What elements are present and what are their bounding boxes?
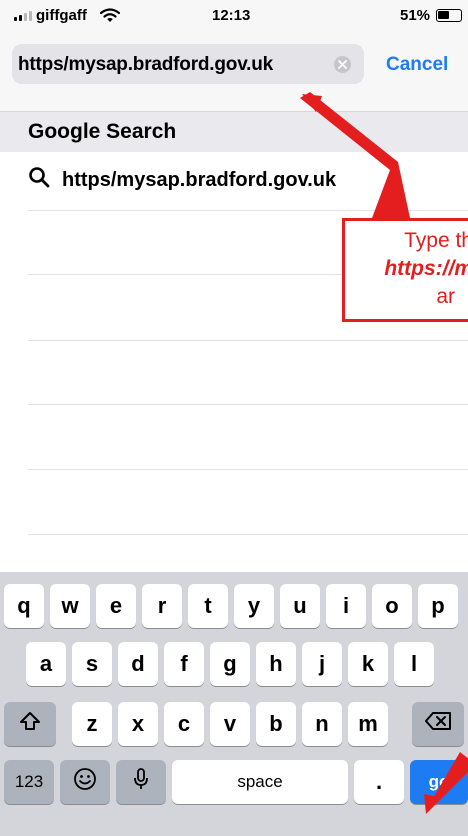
key-f[interactable]: f: [164, 642, 204, 686]
key-label: y: [247, 593, 261, 618]
section-title: Google Search: [28, 120, 177, 143]
search-suggestion-item[interactable]: https/mysap.bradford.gov.uk: [0, 152, 468, 210]
key-v[interactable]: v: [210, 702, 250, 746]
key-label: h: [269, 651, 283, 676]
key-o[interactable]: o: [372, 584, 412, 628]
list-divider: [28, 534, 468, 535]
key-c[interactable]: c: [164, 702, 204, 746]
callout-line-2: https://m: [384, 257, 468, 280]
space-key[interactable]: space: [172, 760, 348, 804]
suggestion-text: https/mysap.bradford.gov.uk: [62, 169, 337, 191]
key-x[interactable]: x: [118, 702, 158, 746]
list-divider: [28, 469, 468, 470]
key-label: f: [180, 651, 188, 676]
key-q[interactable]: q: [4, 584, 44, 628]
battery-level-fill: [438, 11, 449, 19]
key-j[interactable]: j: [302, 642, 342, 686]
key-label: space: [237, 772, 283, 791]
key-label: t: [204, 593, 212, 618]
key-label: c: [177, 711, 191, 736]
key-label: l: [410, 651, 418, 676]
shift-key[interactable]: [4, 702, 56, 746]
key-label: s: [85, 651, 99, 676]
key-w[interactable]: w: [50, 584, 90, 628]
key-label: e: [109, 593, 123, 618]
key-label: p: [431, 593, 445, 618]
key-u[interactable]: u: [280, 584, 320, 628]
key-label: 123: [14, 772, 44, 791]
key-label: i: [342, 593, 350, 618]
key-y[interactable]: y: [234, 584, 274, 628]
key-p[interactable]: p: [418, 584, 458, 628]
clock: 12:13: [212, 7, 251, 24]
carrier-name: giffgaff: [36, 7, 87, 24]
key-label: b: [269, 711, 283, 736]
battery-percentage: 51%: [400, 7, 431, 24]
key-a[interactable]: a: [26, 642, 66, 686]
callout-line-1: Type th: [404, 229, 468, 252]
microphone-icon: [133, 767, 149, 797]
backspace-icon: [424, 711, 452, 737]
key-label: n: [315, 711, 329, 736]
instruction-callout: Type th https://m ar: [342, 218, 468, 322]
key-label: x: [131, 711, 145, 736]
section-header: Google Search: [0, 112, 468, 152]
clear-text-icon[interactable]: [334, 56, 351, 73]
key-label: j: [318, 651, 326, 676]
key-s[interactable]: s: [72, 642, 112, 686]
key-e[interactable]: e: [96, 584, 136, 628]
key-i[interactable]: i: [326, 584, 366, 628]
key-label: m: [358, 711, 378, 736]
key-label: w: [61, 593, 79, 618]
key-label: g: [223, 651, 237, 676]
go-key[interactable]: go: [410, 760, 468, 804]
key-label: o: [385, 593, 399, 618]
key-label: q: [17, 593, 31, 618]
key-label: r: [157, 593, 167, 618]
key-label: v: [223, 711, 237, 736]
key-z[interactable]: z: [72, 702, 112, 746]
key-label: .: [375, 769, 383, 794]
search-icon: [28, 166, 50, 193]
key-label: z: [86, 711, 98, 736]
signal-strength-icon: [14, 11, 32, 21]
emoji-key[interactable]: [60, 760, 110, 804]
microphone-key[interactable]: [116, 760, 166, 804]
key-label: go: [428, 772, 450, 791]
list-divider: [28, 340, 468, 341]
key-m[interactable]: m: [348, 702, 388, 746]
wifi-icon: [99, 8, 121, 28]
key-label: k: [361, 651, 375, 676]
numbers-key[interactable]: 123: [4, 760, 54, 804]
key-d[interactable]: d: [118, 642, 158, 686]
url-input[interactable]: https/mysap.bradford.gov.uk: [12, 44, 364, 84]
on-screen-keyboard: q w e r t y u i o p a s d f g h j k l z …: [0, 572, 468, 836]
emoji-icon: [73, 767, 97, 797]
battery-icon: [436, 9, 462, 22]
backspace-key[interactable]: [412, 702, 464, 746]
key-label: u: [293, 593, 307, 618]
shift-icon: [19, 711, 41, 737]
key-b[interactable]: b: [256, 702, 296, 746]
period-key[interactable]: .: [354, 760, 404, 804]
key-label: a: [39, 651, 53, 676]
callout-line-3: ar: [436, 285, 455, 308]
key-l[interactable]: l: [394, 642, 434, 686]
key-t[interactable]: t: [188, 584, 228, 628]
key-k[interactable]: k: [348, 642, 388, 686]
key-g[interactable]: g: [210, 642, 250, 686]
cancel-button[interactable]: Cancel: [386, 54, 448, 76]
browser-address-area: https/mysap.bradford.gov.uk Cancel: [0, 32, 468, 112]
key-r[interactable]: r: [142, 584, 182, 628]
list-divider: [28, 404, 468, 405]
list-divider: [28, 210, 468, 211]
key-label: d: [131, 651, 145, 676]
key-h[interactable]: h: [256, 642, 296, 686]
status-bar: giffgaff 12:13 51%: [0, 0, 468, 32]
key-n[interactable]: n: [302, 702, 342, 746]
url-input-text[interactable]: https/mysap.bradford.gov.uk: [18, 54, 273, 76]
